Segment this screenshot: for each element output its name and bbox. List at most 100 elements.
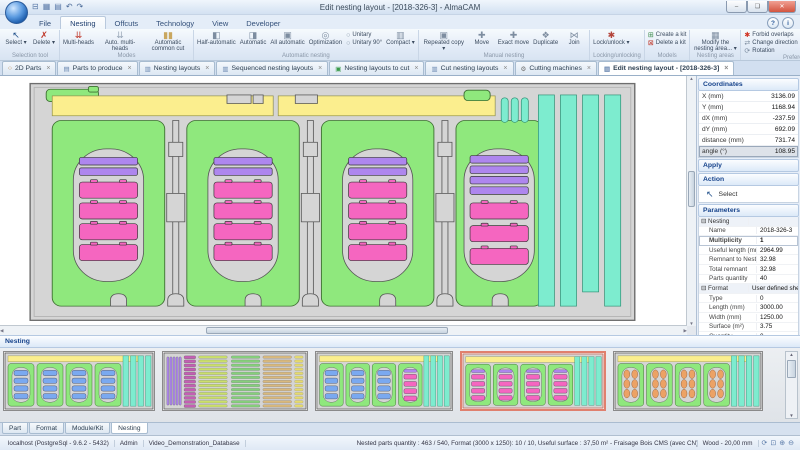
nesting-layout-3[interactable] — [315, 351, 453, 411]
save-icon[interactable]: ⊟ — [32, 3, 39, 11]
exact-move-button[interactable]: ✚ Exact move — [496, 30, 531, 53]
maximize-button[interactable]: ❏ — [747, 1, 768, 13]
minimize-button[interactable]: – — [726, 1, 747, 13]
doc-tab-cutting-machines[interactable]: ⚙ Cutting machines × — [514, 61, 597, 75]
action-select-label[interactable]: Select — [719, 191, 738, 198]
compact-button[interactable]: ▥ Compact ▾ — [384, 30, 417, 53]
close-tab-icon[interactable]: × — [205, 65, 209, 72]
rotation-button[interactable]: ⟳ Rotation — [744, 48, 797, 55]
parameter-row[interactable]: Remnant to Nest 32.98 — [699, 255, 798, 265]
doc-tab-2d-parts[interactable]: ○ 2D Parts × — [2, 61, 57, 75]
nesting-layout-4-selected[interactable] — [460, 351, 606, 411]
automatic-button[interactable]: ◨ Automatic — [238, 30, 269, 53]
coordinate-row[interactable]: X (mm) 3136.09 — [699, 91, 798, 102]
move-button[interactable]: ✚ Move — [468, 30, 496, 53]
doc-tab-cut-nesting-layouts[interactable]: ▥ Cut nesting layouts × — [425, 61, 514, 75]
zoom-out-icon[interactable]: ⊖ — [788, 439, 794, 447]
table-icon[interactable]: ▦ — [43, 3, 51, 11]
unitary-90--button[interactable]: ○ Unitary 90° — [346, 40, 382, 47]
ribbon-tab-developer[interactable]: Developer — [237, 17, 289, 29]
ribbon-tab-offcuts[interactable]: Offcuts — [106, 17, 148, 29]
optimization-button[interactable]: ◎ Optimization — [307, 30, 344, 53]
apply-section-header[interactable]: Apply — [698, 159, 799, 172]
close-tab-icon[interactable]: × — [128, 65, 132, 72]
nesting-layout-1[interactable] — [3, 351, 155, 411]
coordinates-header[interactable]: Coordinates — [698, 78, 799, 91]
canvas-vertical-scrollbar[interactable]: ▲ ▼ — [686, 76, 696, 326]
bottom-tab-module-kit[interactable]: Module/Kit — [64, 423, 111, 434]
coordinate-row[interactable]: angle (°) 108.95 — [699, 146, 798, 157]
nesting-strip-header[interactable]: Nesting — [0, 335, 800, 348]
close-button[interactable]: ✕ — [768, 1, 796, 13]
parameter-group-row[interactable]: ⊟ Nesting — [699, 217, 798, 227]
close-tab-icon[interactable]: × — [724, 65, 728, 72]
fit-icon[interactable]: ⊡ — [770, 439, 776, 447]
parameter-row[interactable]: Length (mm) 3000.00 — [699, 303, 798, 313]
half-automatic-button[interactable]: ◧ Half-automatic — [195, 30, 238, 53]
delete-a-kit-button[interactable]: ⊠ Delete a kit — [648, 40, 687, 47]
auto-multi-heads-button[interactable]: ⇊ Auto. multi-heads — [96, 30, 144, 53]
doc-tab-parts-to-produce[interactable]: ▤ Parts to produce × — [57, 61, 138, 75]
close-tab-icon[interactable]: × — [46, 65, 50, 72]
parameter-row[interactable]: Parts quantity 40 — [699, 275, 798, 285]
help-icon[interactable]: ? — [767, 17, 779, 29]
doc-tab-nesting-layouts[interactable]: ▥ Nesting layouts × — [138, 61, 216, 75]
parameter-row[interactable]: Total remnant 32.98 — [699, 265, 798, 275]
refresh-icon[interactable]: ⟳ — [762, 439, 768, 447]
coordinate-row[interactable]: dX (mm) -237.59 — [699, 113, 798, 124]
bottom-tab-format[interactable]: Format — [29, 423, 64, 434]
info-icon[interactable]: i — [782, 17, 794, 29]
close-tab-icon[interactable]: × — [587, 65, 591, 72]
bottom-tab-part[interactable]: Part — [2, 423, 29, 434]
ribbon-tab-view[interactable]: View — [203, 17, 237, 29]
doc-tab-edit-nesting-layout-2018-326-3-[interactable]: ▥ Edit nesting layout - [2018-326-3] × — [597, 61, 735, 75]
bottom-tab-nesting[interactable]: Nesting — [111, 423, 148, 434]
create-a-kit-button[interactable]: ⊞ Create a kit — [648, 32, 687, 39]
doc-tab-nesting-layouts-to-cut[interactable]: ▣ Nesting layouts to cut × — [329, 61, 425, 75]
close-tab-icon[interactable]: × — [318, 65, 322, 72]
parameter-row[interactable]: Useful length (mm) 2964.99 — [699, 246, 798, 256]
nesting-layout-2[interactable] — [162, 351, 308, 411]
unitary-button[interactable]: ○ Unitary — [346, 32, 382, 39]
parameter-row[interactable]: Multiplicity 1 — [699, 236, 798, 246]
close-tab-icon[interactable]: × — [503, 65, 507, 72]
undo-icon[interactable]: ↶ — [66, 3, 73, 11]
parameter-row[interactable]: Width (mm) 1250.00 — [699, 313, 798, 323]
select-button[interactable]: ↖ Select ▾ — [2, 30, 30, 53]
change-direction-button[interactable]: ⇄ Change direction — [744, 40, 797, 47]
grid-icon[interactable]: ▤ — [54, 3, 62, 11]
multi-heads-button[interactable]: ⇊ Multi-heads — [61, 30, 96, 53]
automatic-common-cut-button[interactable]: ▮▮ Automatic common cut — [144, 30, 192, 53]
parameters-header[interactable]: Parameters — [698, 204, 799, 217]
nesting-layout-5[interactable] — [613, 351, 763, 411]
action-section-header[interactable]: Action — [698, 173, 799, 186]
delete-button[interactable]: ✗ Delete ▾ — [30, 30, 58, 53]
repeated-copy-button[interactable]: ▣ Repeated copy ▾ — [420, 30, 468, 53]
coordinate-row[interactable]: dY (mm) 692.09 — [699, 124, 798, 135]
zoom-in-icon[interactable]: ⊕ — [779, 439, 785, 447]
duplicate-button[interactable]: ❖ Duplicate — [531, 30, 560, 53]
forbid-overlaps-button[interactable]: ✱ Forbid overlaps — [744, 32, 797, 39]
ribbon-tab-file[interactable]: File — [30, 17, 60, 29]
all-automatic-button[interactable]: ▣ All automatic — [268, 30, 306, 53]
parameter-row[interactable]: Type 0 — [699, 294, 798, 304]
redo-icon[interactable]: ↷ — [77, 3, 84, 11]
lock-unlock-button[interactable]: ✱ Lock/unlock ▾ — [591, 30, 631, 53]
modify-the-nesting-area--button[interactable]: ▦ Modify the nesting area... ▾ — [691, 30, 739, 53]
parameter-row[interactable]: Surface (m²) 3.75 — [699, 323, 798, 333]
coordinate-row[interactable]: distance (mm) 731.74 — [699, 135, 798, 146]
ribbon-tab-technology[interactable]: Technology — [147, 17, 203, 29]
join-button[interactable]: ⋈ Join — [560, 30, 588, 53]
nesting-layout-drawing[interactable] — [0, 76, 687, 326]
app-menu-orb-icon[interactable] — [5, 1, 28, 24]
parameter-group-row[interactable]: ⊟ FormatUser defined sheets — [699, 284, 798, 294]
parameter-label: Useful length (mm) — [699, 246, 757, 254]
doc-tab-sequenced-nesting-layouts[interactable]: ▥ Sequenced nesting layouts × — [216, 61, 329, 75]
canvas-horizontal-scrollbar[interactable]: ◀ ▶ — [0, 325, 687, 335]
thumbnails-scrollbar[interactable]: ▲ ▼ — [785, 351, 798, 419]
close-tab-icon[interactable]: × — [414, 65, 418, 72]
parameter-row[interactable]: Name 2018-326-3 — [699, 227, 798, 237]
nesting-canvas[interactable]: ▲ ▼ ◀ ▶ — [0, 76, 696, 335]
coordinate-row[interactable]: Y (mm) 1168.94 — [699, 102, 798, 113]
ribbon-tab-nesting[interactable]: Nesting — [60, 16, 106, 29]
